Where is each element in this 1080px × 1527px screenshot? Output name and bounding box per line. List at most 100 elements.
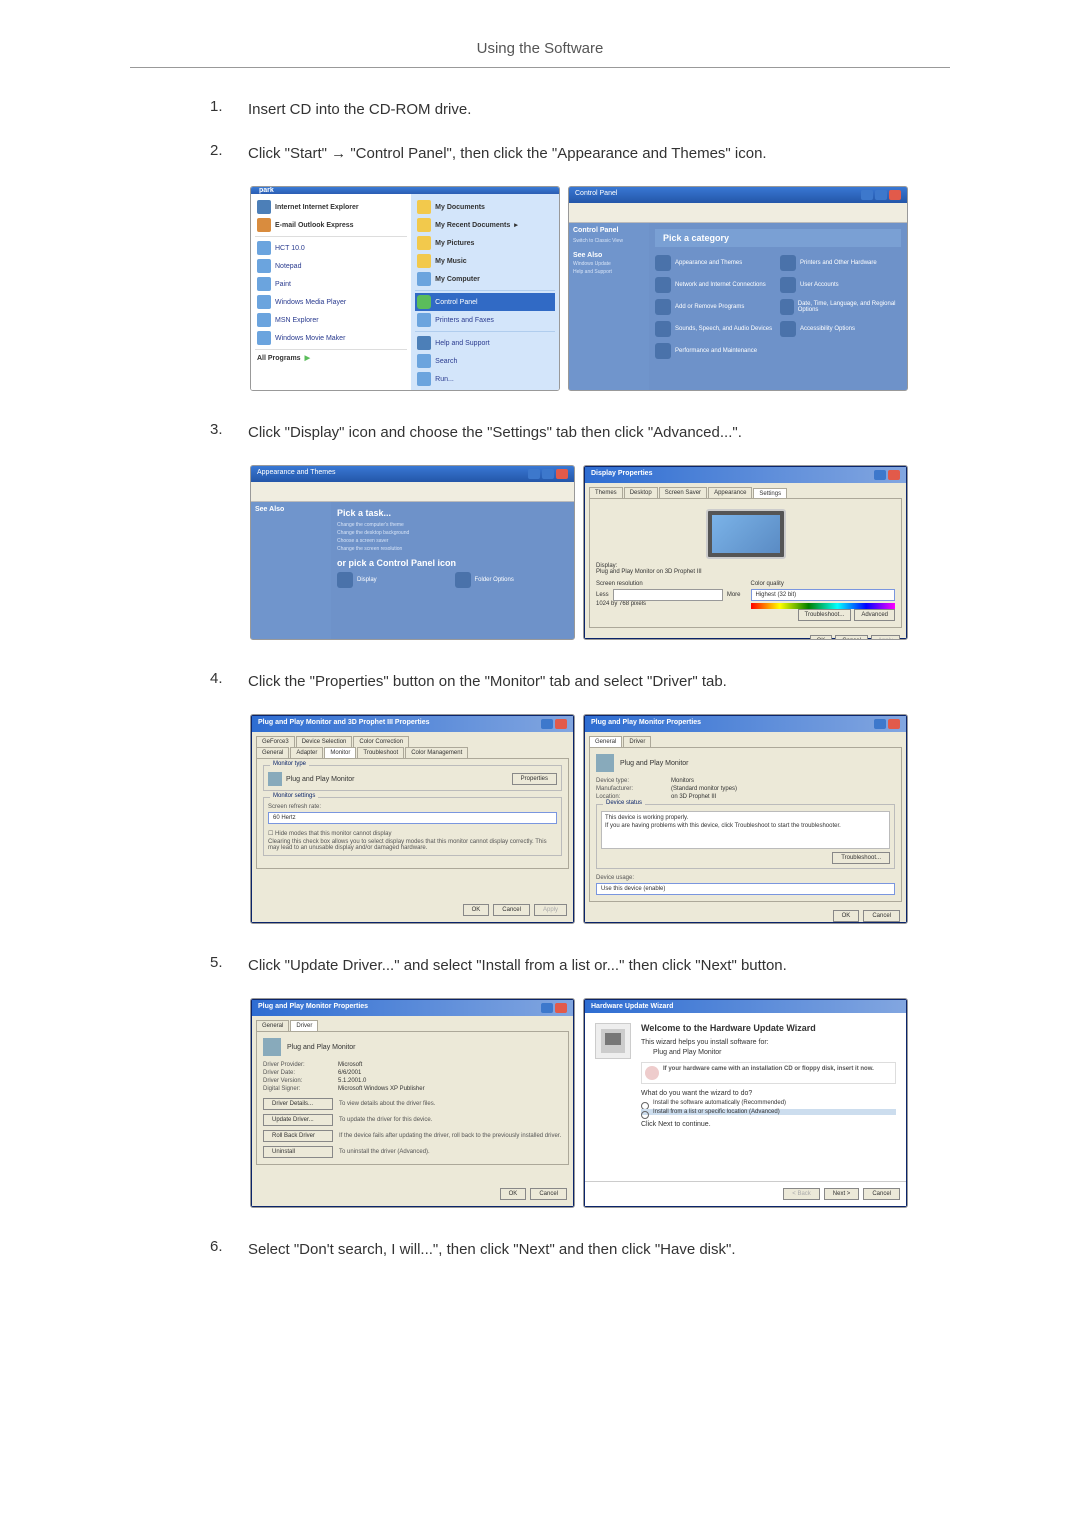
category-item[interactable]: Printers and Other Hardware — [780, 255, 901, 271]
cancel-button[interactable]: Cancel — [530, 1188, 567, 1200]
tab-adapter[interactable]: Adapter — [290, 747, 323, 758]
tab-monitor[interactable]: Monitor — [324, 747, 356, 758]
sm-item-label[interactable]: My Music — [435, 258, 467, 265]
update-driver-button[interactable]: Update Driver... — [263, 1114, 333, 1126]
close-icon[interactable] — [889, 190, 901, 200]
tab-troubleshoot[interactable]: Troubleshoot — [357, 747, 404, 758]
folder-options-link[interactable]: Folder Options — [455, 572, 569, 588]
tab-driver[interactable]: Driver — [290, 1020, 318, 1031]
all-programs[interactable]: All Programs — [257, 355, 301, 362]
category-item[interactable]: User Accounts — [780, 277, 901, 293]
pick-category-title: Pick a category — [655, 229, 901, 247]
category-item[interactable]: Network and Internet Connections — [655, 277, 776, 293]
sm-item-label[interactable]: HCT 10.0 — [275, 245, 305, 252]
cancel-button[interactable]: Cancel — [493, 904, 530, 916]
sm-item-label[interactable]: Paint — [275, 281, 291, 288]
quality-select[interactable]: Highest (32 bit) — [751, 589, 896, 601]
sm-item-label[interactable]: My Documents — [435, 204, 485, 211]
step-text: Click "Display" icon and choose the "Set… — [248, 421, 742, 445]
tab-screensaver[interactable]: Screen Saver — [659, 487, 707, 498]
ok-button[interactable]: OK — [833, 910, 860, 922]
tab-appearance[interactable]: Appearance — [708, 487, 752, 498]
tab[interactable]: Color Correction — [353, 736, 409, 747]
advanced-button[interactable]: Advanced — [854, 609, 895, 621]
maximize-icon[interactable] — [542, 469, 554, 479]
window-title: Display Properties — [591, 470, 652, 480]
switch-view-link[interactable]: Switch to Classic View — [573, 238, 645, 244]
cancel-button[interactable]: Cancel — [863, 910, 900, 922]
apply-button[interactable]: Apply — [534, 904, 567, 916]
tab[interactable]: Device Selection — [296, 736, 353, 747]
help-icon[interactable] — [874, 470, 886, 480]
minimize-icon[interactable] — [861, 190, 873, 200]
task-link[interactable]: Change the desktop background — [337, 530, 568, 536]
display-icon-link[interactable]: Display — [337, 572, 451, 588]
ok-button[interactable]: OK — [500, 1188, 527, 1200]
sm-item-label[interactable]: E-mail Outlook Express — [275, 222, 354, 229]
properties-button[interactable]: Properties — [512, 773, 557, 785]
sm-item-label[interactable]: Control Panel — [435, 299, 477, 306]
back-button[interactable]: < Back — [783, 1188, 820, 1200]
refresh-select[interactable]: 60 Hertz — [268, 812, 557, 824]
close-icon[interactable] — [556, 469, 568, 479]
maximize-icon[interactable] — [875, 190, 887, 200]
sm-item-label[interactable]: Search — [435, 358, 457, 365]
sm-item-label[interactable]: Windows Movie Maker — [275, 335, 345, 342]
sm-item-label[interactable]: Run... — [435, 376, 454, 383]
help-icon[interactable] — [541, 719, 553, 729]
minimize-icon[interactable] — [528, 469, 540, 479]
kv-key: Digital Signer: — [263, 1086, 338, 1092]
ok-button[interactable]: OK — [810, 635, 833, 640]
cancel-button[interactable]: Cancel — [863, 1188, 900, 1200]
category-item[interactable]: Sounds, Speech, and Audio Devices — [655, 321, 776, 337]
tab-desktop[interactable]: Desktop — [624, 487, 658, 498]
usage-select[interactable]: Use this device (enable) — [596, 883, 895, 895]
task-link[interactable]: Change the computer's theme — [337, 522, 568, 528]
troubleshoot-button[interactable]: Troubleshoot... — [832, 852, 890, 864]
sm-item-label[interactable]: My Recent Documents — [435, 222, 510, 229]
see-also-link[interactable]: Help and Support — [573, 269, 645, 275]
cancel-button[interactable]: Cancel — [835, 635, 868, 640]
close-icon[interactable] — [888, 719, 900, 729]
driver-details-button[interactable]: Driver Details... — [263, 1098, 333, 1110]
sm-item-label[interactable]: Help and Support — [435, 340, 489, 347]
sm-item-label[interactable]: Internet Internet Explorer — [275, 204, 359, 211]
category-item[interactable]: Date, Time, Language, and Regional Optio… — [780, 299, 901, 315]
close-icon[interactable] — [555, 719, 567, 729]
sm-item-label[interactable]: MSN Explorer — [275, 317, 319, 324]
category-appearance[interactable]: Appearance and Themes — [655, 255, 776, 271]
task-link[interactable]: Choose a screen saver — [337, 538, 568, 544]
tab-general[interactable]: General — [589, 736, 622, 747]
sm-item-label[interactable]: My Computer — [435, 276, 480, 283]
step-3: 3. Click "Display" icon and choose the "… — [210, 421, 950, 445]
category-item[interactable]: Performance and Maintenance — [655, 343, 776, 359]
tab-general[interactable]: General — [256, 747, 289, 758]
see-also-link[interactable]: Windows Update — [573, 261, 645, 267]
tab-driver[interactable]: Driver — [623, 736, 651, 747]
troubleshoot-button[interactable]: Troubleshoot... — [798, 609, 852, 621]
help-icon[interactable] — [541, 1003, 553, 1013]
tab[interactable]: GeForce3 — [256, 736, 295, 747]
help-icon[interactable] — [874, 719, 886, 729]
ok-button[interactable]: OK — [463, 904, 490, 916]
hide-modes-checkbox[interactable]: Hide modes that this monitor cannot disp… — [275, 831, 391, 837]
tab-general[interactable]: General — [256, 1020, 289, 1031]
category-item[interactable]: Add or Remove Programs — [655, 299, 776, 315]
close-icon[interactable] — [555, 1003, 567, 1013]
sm-item-label[interactable]: Notepad — [275, 263, 301, 270]
apply-button[interactable]: Apply — [871, 635, 900, 640]
resolution-slider[interactable] — [613, 589, 723, 601]
tab-themes[interactable]: Themes — [589, 487, 623, 498]
radio-auto[interactable]: Install the software automatically (Reco… — [641, 1100, 896, 1106]
tab-colormgmt[interactable]: Color Management — [405, 747, 468, 758]
close-icon[interactable] — [888, 470, 900, 480]
category-item[interactable]: Accessibility Options — [780, 321, 901, 337]
sm-item-label[interactable]: My Pictures — [435, 240, 474, 247]
sm-item-label[interactable]: Windows Media Player — [275, 299, 346, 306]
rollback-button[interactable]: Roll Back Driver — [263, 1130, 333, 1142]
radio-list[interactable]: Install from a list or specific location… — [641, 1109, 896, 1115]
uninstall-button[interactable]: Uninstall — [263, 1146, 333, 1158]
next-button[interactable]: Next > — [824, 1188, 860, 1200]
task-link[interactable]: Change the screen resolution — [337, 546, 568, 552]
sm-item-label[interactable]: Printers and Faxes — [435, 317, 494, 324]
